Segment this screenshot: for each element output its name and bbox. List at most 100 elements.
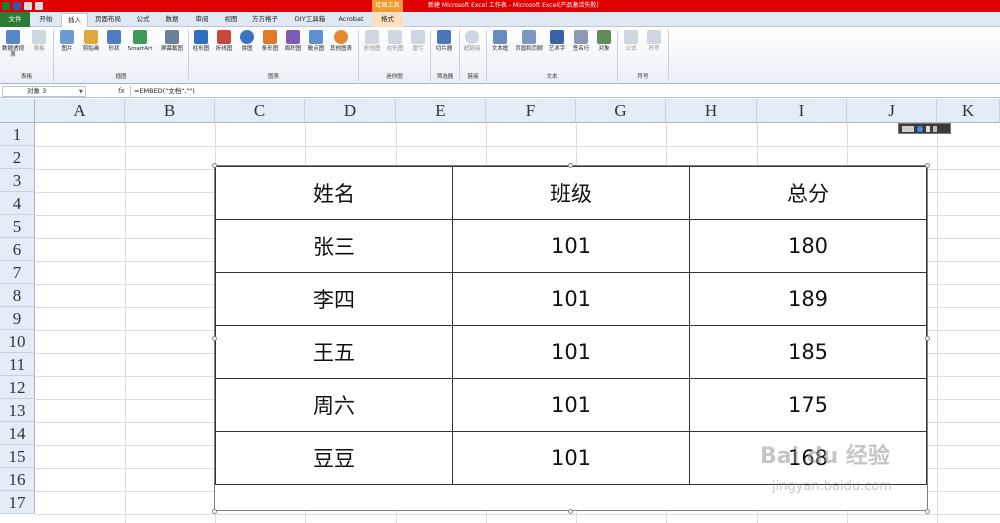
row-header[interactable]: 3 <box>0 169 35 192</box>
pie-chart-button[interactable]: 饼图 <box>236 30 258 52</box>
formula-bar: 对象 3 ▼ fx =EMBED("文档","") <box>0 85 1000 98</box>
tab-fangfang[interactable]: 方方格子 <box>246 13 284 27</box>
resize-handle[interactable] <box>568 163 573 168</box>
resize-handle[interactable] <box>212 509 217 514</box>
resize-handle[interactable] <box>925 163 930 168</box>
row-header[interactable]: 4 <box>0 192 35 215</box>
hyperlink-button[interactable]: 超链接 <box>461 30 483 52</box>
wordart-icon <box>550 30 564 44</box>
screenshot-button[interactable]: 屏幕截图 <box>158 30 186 52</box>
row-header[interactable]: 12 <box>0 376 35 399</box>
row-header[interactable]: 10 <box>0 330 35 353</box>
formula-input[interactable]: =EMBED("文档","") <box>130 86 998 97</box>
header-footer-icon <box>522 30 536 44</box>
pivot-table-button[interactable]: 数据透视表 <box>2 30 24 58</box>
row-header[interactable]: 16 <box>0 468 35 491</box>
chevron-down-icon[interactable]: ▼ <box>79 89 83 95</box>
bar-chart-button[interactable]: 条形图 <box>259 30 281 52</box>
microphone-icon[interactable] <box>926 125 930 132</box>
row-header[interactable]: 17 <box>0 491 35 514</box>
column-header-k[interactable]: K <box>937 99 1000 123</box>
row-header[interactable]: 8 <box>0 284 35 307</box>
resize-handle[interactable] <box>568 509 573 514</box>
textbox-button[interactable]: 文本框 <box>489 30 511 52</box>
redo-icon[interactable] <box>35 2 43 10</box>
slicer-button[interactable]: 切片器 <box>433 30 455 52</box>
resize-handle[interactable] <box>212 163 217 168</box>
clipart-button[interactable]: 剪贴画 <box>80 30 102 52</box>
column-header-d[interactable]: D <box>305 99 396 123</box>
help-icon[interactable] <box>917 125 923 132</box>
column-header-f[interactable]: F <box>486 99 576 123</box>
row-header[interactable]: 6 <box>0 238 35 261</box>
signature-line-button[interactable]: 签名行 <box>570 30 592 52</box>
chevron-down-icon[interactable] <box>933 125 937 132</box>
shapes-button[interactable]: 形状 <box>103 30 125 52</box>
keyboard-icon[interactable] <box>902 125 914 132</box>
column-header-a[interactable]: A <box>35 99 125 123</box>
row-header[interactable]: 1 <box>0 123 35 146</box>
table-button[interactable]: 表格 <box>28 30 50 52</box>
row-header[interactable]: 13 <box>0 399 35 422</box>
resize-handle[interactable] <box>212 336 217 341</box>
row-header[interactable]: 14 <box>0 422 35 445</box>
area-chart-button[interactable]: 面积图 <box>282 30 304 52</box>
quick-access-toolbar <box>0 0 43 12</box>
save-icon[interactable] <box>13 2 21 10</box>
sparkline-line-button[interactable]: 折线图 <box>361 30 383 52</box>
window-title: 新建 Microsoft Excel 工作表 - Microsoft Excel… <box>428 2 599 9</box>
smartart-button[interactable]: SmartArt <box>126 30 154 52</box>
row-header[interactable]: 15 <box>0 445 35 468</box>
cell-name: 张三 <box>215 219 453 273</box>
resize-handle[interactable] <box>925 509 930 514</box>
equation-button[interactable]: 公式 <box>620 30 642 52</box>
column-header-j[interactable]: J <box>847 99 937 123</box>
tab-home[interactable]: 开始 <box>32 13 60 27</box>
cell-name: 李四 <box>215 272 453 326</box>
picture-button[interactable]: 图片 <box>56 30 78 52</box>
tab-insert[interactable]: 插入 <box>61 13 88 27</box>
row-header[interactable]: 9 <box>0 307 35 330</box>
table-row: 李四 101 189 <box>215 272 927 326</box>
sparkline-winloss-button[interactable]: 盈亏 <box>407 30 429 52</box>
group-label-filter: 筛选器 <box>436 74 454 80</box>
column-header-e[interactable]: E <box>396 99 486 123</box>
tab-view[interactable]: 视图 <box>218 13 244 27</box>
column-header-b[interactable]: B <box>125 99 215 123</box>
scatter-chart-button[interactable]: 散点图 <box>305 30 327 52</box>
object-button[interactable]: 对象 <box>593 30 615 52</box>
row-header[interactable]: 11 <box>0 353 35 376</box>
line-chart-button[interactable]: 折线图 <box>213 30 235 52</box>
column-header-g[interactable]: G <box>576 99 666 123</box>
cell-class: 101 <box>452 431 690 485</box>
tab-formulas[interactable]: 公式 <box>130 13 156 27</box>
name-box[interactable]: 对象 3 <box>2 86 86 97</box>
row-header[interactable]: 7 <box>0 261 35 284</box>
column-header-c[interactable]: C <box>215 99 305 123</box>
select-all-corner[interactable] <box>0 99 35 123</box>
sparkline-column-button[interactable]: 柱形图 <box>384 30 406 52</box>
tab-review[interactable]: 审阅 <box>188 13 216 27</box>
tab-diy-toolbox[interactable]: DIY工具箱 <box>288 13 332 27</box>
wordart-button[interactable]: 艺术字 <box>546 30 568 52</box>
symbol-button[interactable]: 符号 <box>643 30 665 52</box>
column-header-i[interactable]: I <box>757 99 847 123</box>
cell-class: 101 <box>452 325 690 379</box>
pi-icon <box>624 30 638 44</box>
tab-format[interactable]: 格式 <box>372 13 403 27</box>
tab-file[interactable]: 文件 <box>0 12 30 27</box>
row-header[interactable]: 2 <box>0 146 35 169</box>
column-chart-button[interactable]: 柱形图 <box>190 30 212 52</box>
column-header-h[interactable]: H <box>666 99 757 123</box>
tab-data[interactable]: 数据 <box>158 13 186 27</box>
resize-handle[interactable] <box>925 336 930 341</box>
undo-icon[interactable] <box>24 2 32 10</box>
tab-acrobat[interactable]: Acrobat <box>334 13 368 27</box>
insert-function-button[interactable]: fx <box>118 86 125 97</box>
context-tool-title: 绘图工具 <box>372 0 403 12</box>
other-charts-button[interactable]: 其他图表 <box>328 30 354 52</box>
ime-toolbar[interactable] <box>898 123 951 134</box>
header-footer-button[interactable]: 页眉和页脚 <box>512 30 546 52</box>
row-header[interactable]: 5 <box>0 215 35 238</box>
tab-page-layout[interactable]: 页面布局 <box>90 13 126 27</box>
